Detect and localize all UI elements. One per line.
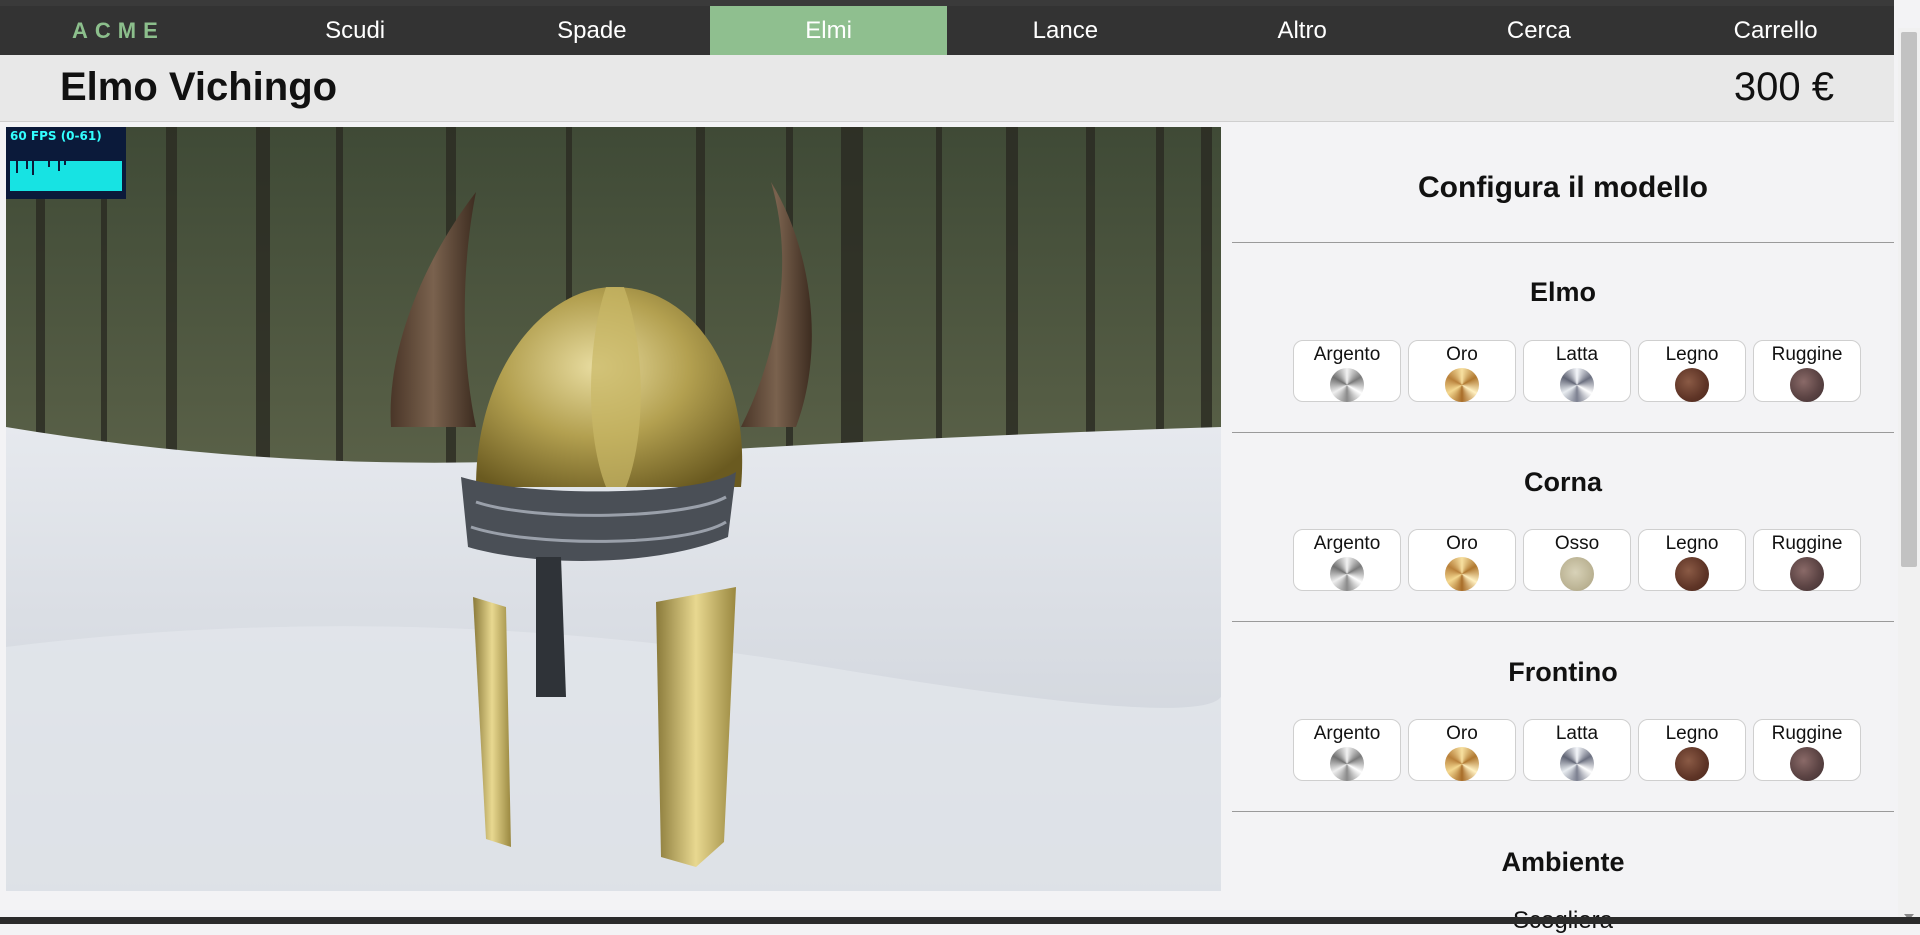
nav-item-cerca[interactable]: Cerca — [1421, 6, 1658, 55]
section-title-elmo: Elmo — [1529, 277, 1596, 307]
option-label: Argento — [1313, 344, 1381, 365]
main-navbar: ACME Scudi Spade Elmi Lance Altro Cerca … — [0, 6, 1894, 55]
options-corna: Argento Oro Osso Legno Ruggine — [1293, 529, 1861, 591]
option-label: Osso — [1554, 533, 1600, 554]
option-label: Argento — [1313, 723, 1381, 744]
option-label: Legno — [1665, 533, 1719, 554]
option-label: Oro — [1446, 533, 1478, 554]
nav-item-lance[interactable]: Lance — [947, 6, 1184, 55]
section-title-corna: Corna — [1523, 467, 1602, 497]
nav-item-carrello[interactable]: Carrello — [1657, 6, 1894, 55]
argento-swatch-icon — [1330, 368, 1364, 402]
option-label: Oro — [1446, 723, 1478, 744]
option-label: Latta — [1555, 344, 1599, 365]
legno-swatch-icon — [1675, 747, 1709, 781]
option-label: Ruggine — [1771, 723, 1843, 744]
ruggine-swatch-icon — [1790, 368, 1824, 402]
legno-swatch-icon — [1675, 368, 1709, 402]
ruggine-swatch-icon — [1790, 747, 1824, 781]
nav-item-elmi[interactable]: Elmi — [710, 6, 947, 55]
divider — [1232, 811, 1894, 812]
option-frontino-ruggine[interactable]: Ruggine — [1753, 719, 1861, 781]
options-elmo: Argento Oro Latta Legno Ruggine — [1293, 340, 1861, 402]
ruggine-swatch-icon — [1790, 557, 1824, 591]
option-elmo-latta[interactable]: Latta — [1523, 340, 1631, 402]
legno-swatch-icon — [1675, 557, 1709, 591]
helmet-scene[interactable] — [6, 127, 1221, 891]
option-label: Ruggine — [1771, 344, 1843, 365]
options-frontino: Argento Oro Latta Legno Ruggine — [1293, 719, 1861, 781]
oro-swatch-icon — [1445, 557, 1479, 591]
option-elmo-legno[interactable]: Legno — [1638, 340, 1746, 402]
divider — [1232, 242, 1894, 243]
option-label: Argento — [1313, 533, 1381, 554]
argento-swatch-icon — [1330, 747, 1364, 781]
oro-swatch-icon — [1445, 368, 1479, 402]
scroll-thumb[interactable] — [1901, 32, 1917, 567]
option-corna-osso[interactable]: Osso — [1523, 529, 1631, 591]
fps-graph-notch — [26, 161, 28, 169]
config-title: Configura il modello — [1418, 171, 1708, 204]
nav-item-scudi[interactable]: Scudi — [237, 6, 474, 55]
option-corna-argento[interactable]: Argento — [1293, 529, 1401, 591]
option-frontino-legno[interactable]: Legno — [1638, 719, 1746, 781]
option-label: Latta — [1555, 723, 1599, 744]
option-elmo-ruggine[interactable]: Ruggine — [1753, 340, 1861, 402]
option-elmo-oro[interactable]: Oro — [1408, 340, 1516, 402]
option-frontino-oro[interactable]: Oro — [1408, 719, 1516, 781]
fps-graph-notch — [32, 161, 34, 175]
latta-swatch-icon — [1560, 747, 1594, 781]
option-corna-legno[interactable]: Legno — [1638, 529, 1746, 591]
option-frontino-argento[interactable]: Argento — [1293, 719, 1401, 781]
section-title-ambiente: Ambiente — [1501, 847, 1625, 877]
fps-graph-notch — [64, 161, 66, 165]
product-price: 300 € — [1733, 65, 1834, 109]
option-label: Oro — [1446, 344, 1478, 365]
config-panel: Configura il modello Elmo Argento Oro La… — [1232, 127, 1894, 934]
divider — [1232, 621, 1894, 622]
product-header: Elmo Vichingo 300 € — [0, 55, 1894, 122]
page-scrollbar[interactable] — [1898, 28, 1920, 924]
osso-swatch-icon — [1560, 557, 1594, 591]
argento-swatch-icon — [1330, 557, 1364, 591]
option-label: Legno — [1665, 723, 1719, 744]
fps-graph-notch — [16, 161, 18, 173]
option-label: Ruggine — [1771, 533, 1843, 554]
option-frontino-latta[interactable]: Latta — [1523, 719, 1631, 781]
oro-swatch-icon — [1445, 747, 1479, 781]
option-label: Legno — [1665, 344, 1719, 365]
brand-logo[interactable]: ACME — [0, 6, 237, 55]
divider — [1232, 432, 1894, 433]
nav-item-altro[interactable]: Altro — [1184, 6, 1421, 55]
latta-swatch-icon — [1560, 368, 1594, 402]
fps-graph-notch — [58, 161, 60, 171]
taskbar-edge — [0, 917, 1920, 924]
section-title-frontino: Frontino — [1508, 657, 1618, 687]
3d-viewer[interactable]: 60 FPS (0-61) — [6, 127, 1221, 891]
fps-graph-notch — [48, 161, 50, 167]
fps-label: 60 FPS (0-61) — [10, 129, 102, 143]
option-elmo-argento[interactable]: Argento — [1293, 340, 1401, 402]
fps-graph — [10, 161, 122, 191]
option-corna-ruggine[interactable]: Ruggine — [1753, 529, 1861, 591]
nav-item-spade[interactable]: Spade — [474, 6, 711, 55]
option-corna-oro[interactable]: Oro — [1408, 529, 1516, 591]
product-title: Elmo Vichingo — [60, 65, 338, 109]
fps-monitor: 60 FPS (0-61) — [6, 127, 126, 199]
